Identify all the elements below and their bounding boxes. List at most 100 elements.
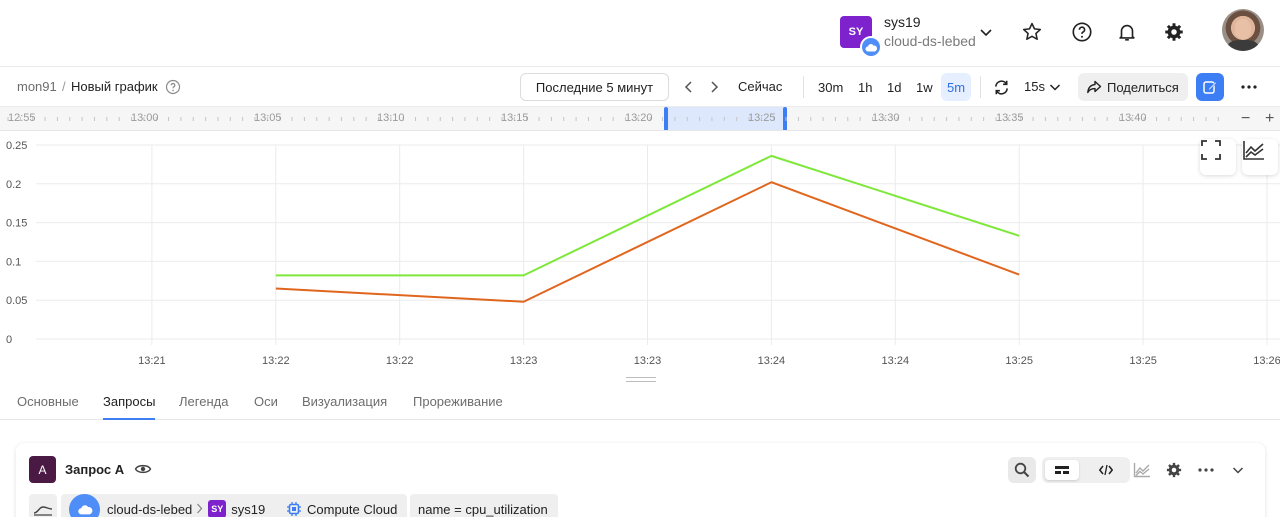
cloud-badge-icon [860,36,882,58]
tab-queries[interactable]: Запросы [103,394,155,409]
top-header: SY sys19 cloud-ds-lebed [0,0,1280,67]
timeline-label: 13:05 [254,112,282,124]
panel-resize-handle[interactable] [626,377,656,382]
search-icon[interactable] [1008,457,1036,483]
share-button[interactable]: Поделиться [1078,73,1188,101]
fullscreen-icon[interactable] [1200,139,1236,175]
scale-30m-button[interactable]: 30m [814,73,847,101]
line-chart[interactable]: 0.25 0.2 0.15 0.1 0.05 0 13:21 13:22 13:22 13:23 1… [0,131,1280,380]
more-icon[interactable] [1238,77,1260,97]
active-tab-indicator [103,418,155,420]
timeline-label: 12:55 [8,112,36,124]
y-tick-label: 0.1 [6,256,21,268]
query-mode-switch [1042,457,1130,483]
chevron-down-icon[interactable] [1224,457,1252,483]
function-icon[interactable] [29,494,57,517]
zoom-out-button[interactable]: − [1241,110,1250,128]
x-tick-label: 13:26 [1253,355,1280,367]
scale-5m-button[interactable]: 5m [941,73,971,101]
folder-badge: SY [208,500,227,517]
scale-1h-button[interactable]: 1h [854,73,876,101]
org-name[interactable]: sys19 [884,14,921,30]
share-label: Поделиться [1107,79,1179,95]
tab-visualization[interactable]: Визуализация [302,394,387,409]
chart-toolbar: mon91 / Новый график Последние 5 минут С… [0,67,1280,107]
chevron-left-icon[interactable] [681,79,697,95]
y-tick-label: 0.25 [6,140,27,152]
service-chip-label: Compute Cloud [307,501,398,517]
page-title: Новый график [71,79,158,94]
timeline-label: 13:30 [872,112,900,124]
chart-preview-icon[interactable] [1128,457,1156,483]
x-tick-label: 13:22 [262,355,290,367]
query-letter-badge: A [29,456,56,483]
chevron-down-icon[interactable] [978,24,994,40]
timeline-label: 13:00 [131,112,159,124]
refresh-icon[interactable] [993,79,1010,96]
timeline-navigator[interactable]: 12:55 13:00 13:05 13:10 13:15 13:20 13:2… [0,107,1280,131]
x-tick-label: 13:22 [386,355,414,367]
cloud-folder-chip[interactable]: cloud-ds-lebed SY sys19 [61,493,293,517]
eye-icon[interactable] [134,461,152,477]
x-tick-label: 13:23 [634,355,662,367]
timeline-label: 13:25 [748,112,776,124]
label-selector-chip[interactable]: name = cpu_utilization [410,494,558,517]
bell-icon[interactable] [1115,20,1139,44]
chevron-right-icon [196,502,203,517]
tab-downsampling[interactable]: Прореживание [413,394,503,409]
tab-axes[interactable]: Оси [254,394,278,409]
settings-tabs: Основные Запросы Легенда Оси Визуализаци… [0,383,1280,420]
timeline-label: 13:15 [501,112,529,124]
scale-1w-button[interactable]: 1w [912,73,937,101]
scale-1d-button[interactable]: 1d [883,73,905,101]
chevron-down-icon[interactable] [1048,80,1062,94]
timeline-label: 13:20 [625,112,653,124]
y-tick-label: 0.15 [6,218,27,230]
chevron-right-icon[interactable] [706,79,722,95]
tab-basic[interactable]: Основные [17,394,79,409]
user-avatar[interactable] [1222,9,1264,51]
y-tick-label: 0 [6,334,12,346]
query-title[interactable]: Запрос A [65,462,124,477]
x-tick-label: 13:24 [882,355,910,367]
timeline-label: 13:35 [996,112,1024,124]
timeline-label: 13:40 [1119,112,1147,124]
chart-type-icon[interactable] [1242,139,1278,175]
breadcrumb-root[interactable]: mon91 [17,79,57,94]
gear-icon[interactable] [1160,457,1188,483]
y-tick-label: 0.2 [6,179,21,191]
timeline-label: 13:10 [377,112,405,124]
cloud-icon [69,493,100,517]
gear-icon[interactable] [1162,20,1186,44]
cloud-name[interactable]: cloud-ds-lebed [884,33,976,49]
help-icon[interactable] [1070,20,1094,44]
tab-legend[interactable]: Легенда [179,394,228,409]
cloud-chip-label: cloud-ds-lebed [107,501,193,517]
help-icon[interactable] [165,79,181,95]
zoom-in-button[interactable]: + [1265,110,1274,128]
toolbar-divider [803,76,804,98]
share-icon [1087,80,1102,94]
now-button[interactable]: Сейчас [738,79,782,94]
x-tick-label: 13:25 [1129,355,1157,367]
folder-chip-label: sys19 [231,501,266,517]
toolbar-divider [980,76,981,98]
selector-chip-label: name = cpu_utilization [418,501,548,517]
x-tick-label: 13:25 [1005,355,1033,367]
refresh-interval-select[interactable]: 15s [1024,79,1045,94]
chart-canvas: 0.25 0.2 0.15 0.1 0.05 0 13:21 13:22 13:22 13:23 1… [6,140,1280,367]
timeline-ticks [7,117,1219,121]
edit-button[interactable] [1196,73,1224,101]
edit-icon [1203,81,1217,94]
time-range-button[interactable]: Последние 5 минут [520,73,669,101]
more-icon[interactable] [1192,457,1220,483]
x-tick-label: 13:21 [138,355,166,367]
visual-mode-icon[interactable] [1045,460,1079,480]
chip-icon [287,502,301,516]
code-mode-icon[interactable] [1089,460,1123,480]
query-card: A Запрос A cloud-ds-lebed SY sys19 Compu… [16,443,1265,517]
service-chip[interactable]: Compute Cloud [279,494,407,517]
breadcrumb-separator: / [62,79,66,94]
y-tick-label: 0.05 [6,295,27,307]
star-icon[interactable] [1020,20,1044,44]
